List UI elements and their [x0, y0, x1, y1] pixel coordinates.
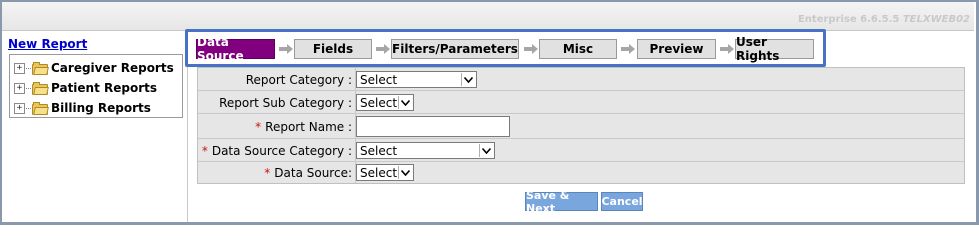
chevron-down-icon — [479, 144, 493, 157]
cancel-button[interactable]: Cancel — [601, 192, 643, 211]
brand-text: TELXWEB02 — [902, 14, 970, 25]
required-marker: * — [255, 120, 262, 134]
step-arrow-icon — [524, 44, 538, 54]
tree-item-label: Billing Reports — [51, 101, 151, 115]
step-misc[interactable]: Misc — [539, 39, 617, 59]
step-arrow-icon — [279, 44, 293, 54]
tree-item-label: Caregiver Reports — [51, 61, 174, 75]
tree-connector — [26, 87, 31, 89]
tree-connector — [26, 107, 31, 109]
chevron-down-icon — [398, 96, 412, 109]
top-bar: Enterprise 6.6.5.5 TELXWEB02 — [2, 2, 974, 31]
new-report-link[interactable]: New Report — [8, 37, 87, 51]
select-value: Select — [360, 143, 398, 158]
data-source-form: Report Category : Select Report Sub Cate… — [197, 67, 965, 184]
data-source-select[interactable]: Select — [356, 164, 414, 181]
field-label: Report Sub Category : — [219, 96, 352, 110]
step-arrow-icon — [376, 44, 390, 54]
form-row-report-sub-category: Report Sub Category : Select — [198, 91, 964, 114]
chevron-down-icon — [461, 73, 475, 86]
tree-item-label: Patient Reports — [51, 81, 158, 95]
select-value: Select — [360, 72, 398, 87]
select-value: Select — [360, 165, 398, 180]
step-data-source[interactable]: Data Source — [196, 35, 275, 63]
data-source-category-select[interactable]: Select — [356, 142, 495, 159]
field-label: Report Category : — [245, 73, 352, 87]
version-text: Enterprise 6.6.5.5 — [797, 14, 900, 25]
save-next-button[interactable]: Save & Next — [525, 189, 598, 215]
field-label: * Data Source Category : — [201, 144, 352, 158]
report-category-select[interactable]: Select — [356, 71, 477, 88]
form-row-report-name: * Report Name : — [198, 114, 964, 139]
sidebar: New Report + Caregiver Reports + Patient… — [2, 31, 188, 222]
field-label: * Data Source: — [264, 166, 352, 180]
field-label: * Report Name : — [255, 120, 352, 134]
chevron-down-icon — [398, 166, 412, 179]
report-sub-category-select[interactable]: Select — [356, 94, 414, 111]
expand-icon[interactable]: + — [14, 62, 25, 74]
report-tree: + Caregiver Reports + Patient Reports + … — [9, 54, 183, 118]
required-marker: * — [201, 144, 208, 158]
expand-icon[interactable]: + — [14, 82, 25, 94]
select-value: Select — [360, 95, 398, 110]
version-label: Enterprise 6.6.5.5 TELXWEB02 — [798, 14, 970, 25]
step-fields[interactable]: Fields — [294, 39, 372, 59]
step-preview[interactable]: Preview — [637, 39, 716, 59]
wizard-steps: Data Source Fields Filters/Parameters Mi… — [185, 29, 826, 67]
step-arrow-icon — [720, 44, 734, 54]
tree-connector — [26, 67, 31, 69]
tree-item-patient-reports[interactable]: + Patient Reports — [14, 79, 157, 97]
step-arrow-icon — [621, 44, 635, 54]
step-filters-parameters[interactable]: Filters/Parameters — [391, 39, 519, 59]
folder-icon — [32, 101, 49, 115]
step-user-rights[interactable]: User Rights — [735, 35, 814, 63]
folder-icon — [32, 81, 49, 95]
form-row-report-category: Report Category : Select — [198, 68, 964, 91]
folder-icon — [32, 61, 49, 75]
report-name-input[interactable] — [356, 116, 510, 137]
form-row-data-source-category: * Data Source Category : Select — [198, 139, 964, 162]
tree-item-caregiver-reports[interactable]: + Caregiver Reports — [14, 59, 174, 77]
form-row-data-source: * Data Source: Select — [198, 162, 964, 183]
tree-item-billing-reports[interactable]: + Billing Reports — [14, 99, 151, 117]
required-marker: * — [264, 166, 271, 180]
expand-icon[interactable]: + — [14, 102, 25, 114]
